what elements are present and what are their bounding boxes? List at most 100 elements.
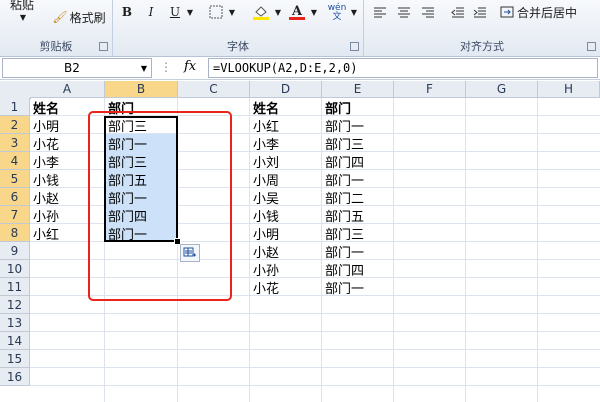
increase-indent-button[interactable] <box>472 4 488 20</box>
underline-dropdown-icon[interactable]: ▼ <box>185 4 195 20</box>
alignment-launcher-icon[interactable] <box>587 42 596 51</box>
worksheet-grid[interactable]: ABCDEFGH 1 2 3 4 5 6 7 8 9 10 11 12 13 14 15 16 姓名 部门 小明小… <box>0 81 600 402</box>
cell-b2[interactable]: 部门三 <box>105 116 177 135</box>
font-launcher-icon[interactable] <box>350 42 359 51</box>
font-color-dropdown-icon[interactable]: ▼ <box>309 4 319 20</box>
column-header-a[interactable]: A <box>30 81 105 98</box>
cell-a6[interactable]: 小赵 <box>30 188 104 207</box>
cell-a3[interactable]: 小花 <box>30 134 104 153</box>
cell-b7[interactable]: 部门四 <box>105 206 177 225</box>
cell-b4[interactable]: 部门三 <box>105 152 177 171</box>
cell-d4[interactable]: 小刘 <box>250 152 321 171</box>
row-header-2[interactable]: 2 <box>0 116 30 134</box>
cell-e2[interactable]: 部门一 <box>322 116 393 135</box>
cell-e6[interactable]: 部门二 <box>322 188 393 207</box>
cell-d11[interactable]: 小花 <box>250 278 321 297</box>
column-header-b[interactable]: B <box>105 81 178 98</box>
underline-button[interactable]: U <box>167 4 183 20</box>
cell-b8[interactable]: 部门一 <box>105 224 177 243</box>
row-header-5[interactable]: 5 <box>0 170 30 188</box>
font-color-icon: A <box>289 4 305 20</box>
cell-b3[interactable]: 部门一 <box>105 134 177 153</box>
borders-dropdown-icon[interactable]: ▼ <box>227 4 237 20</box>
cell-e3[interactable]: 部门三 <box>322 134 393 153</box>
cell-a4[interactable]: 小李 <box>30 152 104 171</box>
cell-d2[interactable]: 小红 <box>250 116 321 135</box>
cell-a5[interactable]: 小钱 <box>30 170 104 189</box>
cell-b5[interactable]: 部门五 <box>105 170 177 189</box>
borders-button[interactable] <box>207 4 225 20</box>
cell-e5[interactable]: 部门一 <box>322 170 393 189</box>
cell-d10[interactable]: 小孙 <box>250 260 321 279</box>
format-painter-button[interactable]: 🖌 格式刷 <box>48 8 110 26</box>
cell-a8[interactable]: 小红 <box>30 224 104 243</box>
column-header-e[interactable]: E <box>322 81 394 98</box>
row-header-3[interactable]: 3 <box>0 134 30 152</box>
clipboard-launcher-icon[interactable] <box>99 42 108 51</box>
row-header-11[interactable]: 11 <box>0 278 30 296</box>
align-center-button[interactable] <box>396 4 412 20</box>
phonetic-dropdown-icon[interactable]: ▼ <box>349 4 359 20</box>
row-header-4[interactable]: 4 <box>0 152 30 170</box>
phonetic-button[interactable]: wén 文 <box>325 2 349 24</box>
chevron-down-icon[interactable]: ▼ <box>18 12 28 22</box>
cell-d8[interactable]: 小明 <box>250 224 321 243</box>
bold-button[interactable]: B <box>119 4 135 20</box>
decrease-indent-button[interactable] <box>450 4 466 20</box>
alignment-group-label: 对齐方式 <box>460 40 504 53</box>
cell-d3[interactable]: 小李 <box>250 134 321 153</box>
row-header-12[interactable]: 12 <box>0 296 30 314</box>
cell-a2[interactable]: 小明 <box>30 116 104 135</box>
auto-fill-options-button[interactable] <box>180 244 200 262</box>
cell-e8[interactable]: 部门三 <box>322 224 393 243</box>
fill-color-button[interactable] <box>251 2 271 22</box>
cell-e7[interactable]: 部门五 <box>322 206 393 225</box>
column-header-d[interactable]: D <box>250 81 322 98</box>
row-header-16[interactable]: 16 <box>0 368 30 386</box>
row-header-15[interactable]: 15 <box>0 350 30 368</box>
cell-e10[interactable]: 部门四 <box>322 260 393 279</box>
font-color-button[interactable]: A <box>287 2 307 22</box>
cell-d7[interactable]: 小钱 <box>250 206 321 225</box>
cell-e4[interactable]: 部门四 <box>322 152 393 171</box>
format-painter-label: 格式刷 <box>69 10 106 25</box>
cell-a1[interactable]: 姓名 <box>30 98 104 117</box>
cell-a7[interactable]: 小孙 <box>30 206 104 225</box>
cell-b6[interactable]: 部门一 <box>105 188 177 207</box>
column-header-f[interactable]: F <box>394 81 466 98</box>
formula-bar-grip-icon[interactable]: ⋮ <box>160 60 172 74</box>
italic-button[interactable]: I <box>143 4 159 20</box>
name-box-dropdown-icon[interactable]: ▼ <box>141 64 151 73</box>
row-header-14[interactable]: 14 <box>0 332 30 350</box>
cell-e1[interactable]: 部门 <box>322 98 393 117</box>
column-header-g[interactable]: G <box>466 81 538 98</box>
row-header-7[interactable]: 7 <box>0 206 30 224</box>
cell-d1[interactable]: 姓名 <box>250 98 321 117</box>
cell-d9[interactable]: 小赵 <box>250 242 321 261</box>
row-header-6[interactable]: 6 <box>0 188 30 206</box>
formula-input[interactable]: =VLOOKUP(A2,D:E,2,0) <box>208 58 598 78</box>
name-box[interactable]: B2 ▼ <box>2 58 152 78</box>
select-all-corner[interactable] <box>0 81 31 99</box>
paste-button[interactable]: 粘贴 <box>2 0 42 12</box>
cell-e9[interactable]: 部门一 <box>322 242 393 261</box>
align-right-button[interactable] <box>420 4 436 20</box>
cell-d6[interactable]: 小吴 <box>250 188 321 207</box>
cell-e11[interactable]: 部门一 <box>322 278 393 297</box>
row-header-10[interactable]: 10 <box>0 260 30 278</box>
insert-function-button[interactable]: fx <box>184 59 196 74</box>
increase-indent-icon <box>473 7 486 18</box>
row-gridline <box>30 331 600 332</box>
fill-color-dropdown-icon[interactable]: ▼ <box>273 4 283 20</box>
cell-b1[interactable]: 部门 <box>105 98 177 117</box>
merge-center-button[interactable]: 合并后居中 <box>500 4 596 20</box>
cell-d5[interactable]: 小周 <box>250 170 321 189</box>
column-header-c[interactable]: C <box>178 81 250 98</box>
row-header-13[interactable]: 13 <box>0 314 30 332</box>
row-header-1[interactable]: 1 <box>0 98 30 116</box>
column-header-h[interactable]: H <box>538 81 600 98</box>
align-left-button[interactable] <box>372 4 388 20</box>
row-header-8[interactable]: 8 <box>0 224 30 242</box>
row-gridline <box>30 349 600 350</box>
row-header-9[interactable]: 9 <box>0 242 30 260</box>
